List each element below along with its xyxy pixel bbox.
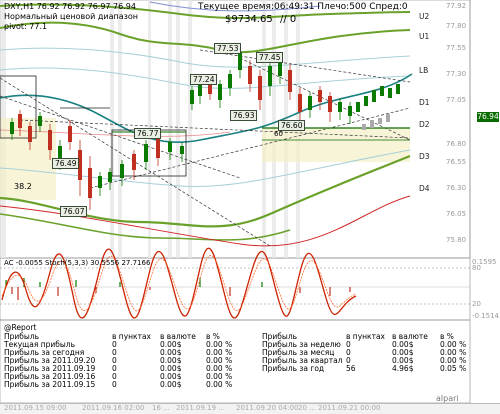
time-tick: 2011.09.21 00:00 (318, 404, 381, 412)
price-tick: 76.05 (446, 210, 467, 218)
current-price-tag: 76.94 (477, 112, 499, 122)
profit-report: @Report Прибыль в пунктах в валюте в % П… (0, 323, 480, 390)
range-box-right (262, 128, 410, 162)
price-label: 76.77 (134, 128, 162, 139)
level-d2: D2 (419, 120, 430, 129)
osc-axis-tick: 80 (472, 264, 481, 272)
level-u1: U1 (419, 32, 430, 41)
price-tick: 77.80 (446, 22, 467, 30)
time-tick: 2011.09.16 02:00 (82, 404, 145, 412)
time-axis[interactable]: 2011.09.15 09:00 2011.09.16 02:00 16 ...… (0, 403, 500, 414)
price-tick: 76.80 (446, 140, 467, 148)
price-label: 77.53 (214, 43, 242, 54)
price-tick: 77.30 (446, 70, 467, 78)
price-label: 76.49 (52, 158, 80, 169)
price-tick: 76.55 (446, 158, 467, 166)
price-label: 76.93 (230, 110, 258, 121)
report-title: @Report (4, 323, 37, 332)
price-tick: 77.05 (446, 96, 467, 104)
oscillator-label: AC -0.0055 Stoch(5,3,3) 30.5556 27.7166 (4, 259, 151, 267)
fib-label: 38.2 (14, 182, 32, 191)
level-lb: LB (419, 66, 429, 75)
slash-value: // 0 (280, 14, 297, 25)
report-cell: 0 (112, 380, 117, 389)
indicator-name: Нормальный ценовой диапазон (4, 12, 139, 21)
time-tick: 2011.09.19 ... (176, 404, 225, 412)
time-tick: 20 ... (298, 404, 316, 412)
time-tick: 16 ... (152, 404, 170, 412)
level-d1: D1 (419, 98, 430, 107)
symbol-line: DXY,H1 76.92 76.92 76.97 76.94 (4, 2, 136, 11)
level-u2: U2 (419, 12, 430, 21)
alpari-logo: alpari (436, 394, 459, 403)
price-tick: 76.30 (446, 184, 467, 192)
osc-axis-tick: -0.1514 (472, 312, 500, 320)
current-time-label: Текущее время:06:49:31 Плечо:500 Спред:0 (198, 2, 408, 12)
forecast-candles (356, 84, 400, 130)
time-tick: 2011.09.20 04:00 (236, 404, 299, 412)
price-label: 77.45 (256, 52, 284, 63)
price-label: 76.07 (60, 206, 88, 217)
report-cell: Прибыль за 2011.09.15 (4, 380, 96, 389)
fib-label: 60 (274, 130, 283, 138)
time-tick: 2011.09.15 09:00 (4, 404, 67, 412)
price-tick: 77.92 (446, 2, 467, 10)
report-cell: 0.00 % (206, 380, 233, 389)
price-tick: 75.80 (446, 236, 467, 244)
report-row: Прибыль за 2011.09.15 0 0.00$ 0.00 % (0, 380, 480, 389)
osc-axis-tick: 20 (472, 300, 481, 308)
price-tick: 77.55 (446, 44, 467, 52)
level-d4: D4 (419, 184, 430, 193)
report-cell: 0.00$ (160, 380, 182, 389)
level-d3: D3 (419, 152, 430, 161)
price-label: 77.24 (190, 74, 218, 85)
balance-value: $9734.65 (225, 14, 273, 25)
pivot-label: pivot: 77.1 (4, 22, 48, 31)
